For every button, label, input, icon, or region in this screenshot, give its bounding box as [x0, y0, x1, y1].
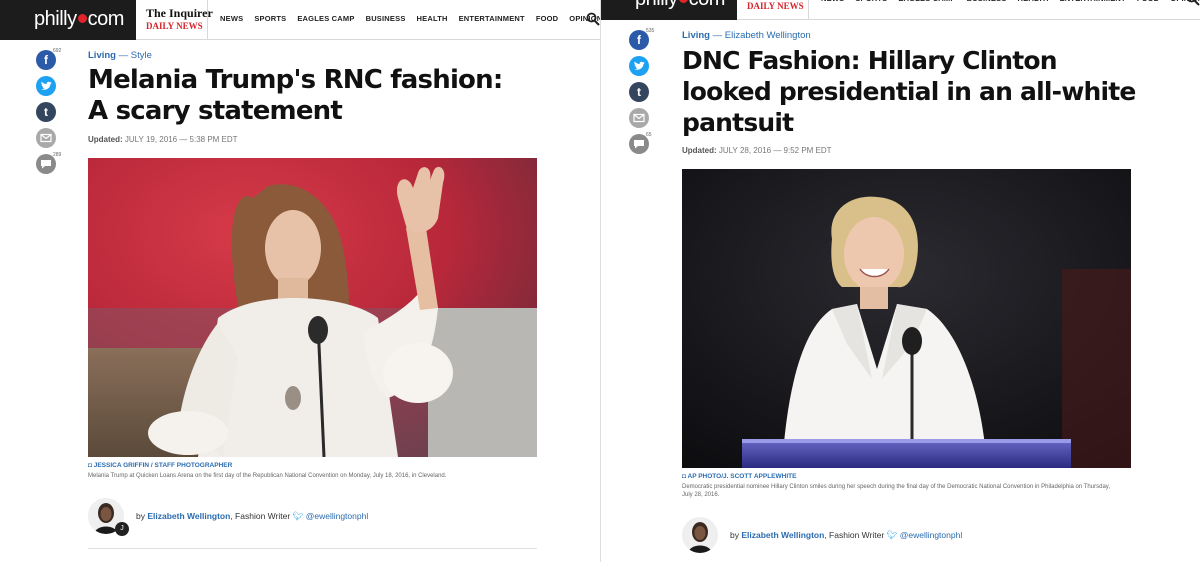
brand-daily-news: DAILY NEWS	[146, 21, 203, 31]
comments-button[interactable]: 289	[36, 152, 61, 174]
article-headline: Melania Trump's RNC fashion: A scary sta…	[88, 65, 503, 126]
updated-timestamp: Updated: JULY 19, 2016 — 5:38 PM EDT	[88, 135, 238, 144]
facebook-count: 535	[646, 28, 655, 34]
share-column: f 535 t 65	[629, 28, 654, 160]
email-share-button[interactable]	[629, 108, 649, 128]
facebook-share-button[interactable]: f 692	[36, 48, 61, 70]
nav-news[interactable]: NEWS	[220, 14, 243, 23]
section-author-link[interactable]: Elizabeth Wellington	[725, 30, 811, 41]
article: Living — Elizabeth Wellington DNC Fashio…	[682, 30, 1142, 557]
comments-count: 289	[53, 152, 62, 158]
nav-health[interactable]: HEALTH	[1018, 0, 1049, 3]
email-icon	[633, 113, 645, 123]
nav-business[interactable]: BUSINESS	[366, 14, 406, 23]
photo-caption: Melania Trump at Quicken Loans Arena on …	[88, 473, 447, 479]
nav-entertainment[interactable]: ENTERTAINMENT	[1060, 0, 1126, 3]
nav-food[interactable]: FOOD	[1137, 0, 1159, 3]
nav-sports[interactable]: SPORTS	[855, 0, 887, 3]
author-twitter-link[interactable]: @ewellingtonphl	[900, 530, 963, 540]
photo-credit: ◘ JESSICA GRIFFIN / STAFF PHOTOGRAPHER	[88, 462, 233, 469]
twitter-icon	[634, 61, 645, 70]
byline-row: J by Elizabeth Wellington, Fashion Write…	[88, 498, 548, 549]
divider	[88, 548, 537, 549]
byline: by Elizabeth Wellington, Fashion Writer …	[136, 511, 369, 521]
photo-caption: Democratic presidential nominee Hillary …	[682, 484, 1111, 498]
section-breadcrumb: Living — Style	[88, 50, 548, 61]
nav-eagles-camp[interactable]: EAGLES CAMP	[898, 0, 955, 3]
facebook-count: 692	[53, 48, 62, 54]
photo-credit: ◘ AP PHOTO/J. SCOTT APPLEWHITE	[682, 473, 797, 480]
inquirer-dailynews-brand[interactable]: The Inquirer DAILY NEWS	[737, 0, 809, 20]
main-nav: NEWS SPORTS EAGLES CAMP BUSINESS HEALTH …	[220, 14, 600, 23]
nav-health[interactable]: HEALTH	[417, 14, 448, 23]
article-photo-hillary	[682, 169, 1131, 468]
brand-daily-news: DAILY NEWS	[747, 1, 804, 11]
search-icon[interactable]	[1186, 0, 1200, 6]
article: Living — Style Melania Trump's RNC fashi…	[88, 50, 548, 549]
tumblr-share-button[interactable]: t	[629, 82, 649, 102]
twitter-share-button[interactable]	[36, 76, 56, 96]
comments-button[interactable]: 65	[629, 132, 652, 154]
author-link[interactable]: Elizabeth Wellington	[741, 530, 824, 540]
author-twitter-link[interactable]: @ewellingtonphl	[306, 511, 369, 521]
site-header: phillycom The Inquirer DAILY NEWS NEWS S…	[0, 0, 600, 40]
byline-row: by Elizabeth Wellington, Fashion Writer …	[682, 517, 1142, 557]
facebook-share-button[interactable]: f 535	[629, 28, 654, 50]
email-share-button[interactable]	[36, 128, 56, 148]
site-header: phillycom The Inquirer DAILY NEWS NEWS S…	[601, 0, 1200, 20]
inquirer-dailynews-brand[interactable]: The Inquirer DAILY NEWS	[136, 0, 213, 40]
philly-logo[interactable]: phillycom	[601, 0, 737, 20]
twitter-icon	[41, 81, 52, 90]
tumblr-icon: t	[637, 85, 641, 99]
nav-sports[interactable]: SPORTS	[254, 14, 286, 23]
section-living-link[interactable]: Living	[682, 30, 710, 41]
facebook-icon: f	[44, 53, 48, 67]
tumblr-share-button[interactable]: t	[36, 102, 56, 122]
main-nav: NEWS SPORTS EAGLES CAMP BUSINESS HEALTH …	[821, 0, 1200, 3]
email-icon	[40, 133, 52, 143]
nav-food[interactable]: FOOD	[536, 14, 558, 23]
share-column: f 692 t 289	[36, 48, 61, 180]
section-living-link[interactable]: Living	[88, 50, 116, 61]
section-breadcrumb: Living — Elizabeth Wellington	[682, 30, 1142, 41]
left-article-screenshot: philly com The Inquirer DAILY NEWS NEWS S…	[0, 0, 600, 562]
author-avatar[interactable]	[682, 517, 718, 553]
updated-timestamp: Updated: JULY 28, 2016 — 9:52 PM EDT	[682, 146, 832, 155]
article-headline: DNC Fashion: Hillary Clinton looked pres…	[682, 46, 1136, 137]
nav-eagles-camp[interactable]: EAGLES CAMP	[297, 14, 354, 23]
facebook-icon: f	[637, 33, 641, 47]
author-link[interactable]: Elizabeth Wellington	[147, 511, 230, 521]
nav-business[interactable]: BUSINESS	[967, 0, 1007, 3]
twitter-bird-icon: 🐦︎	[886, 530, 898, 540]
search-icon[interactable]	[586, 12, 600, 26]
article-photo-melania	[88, 158, 537, 457]
twitter-share-button[interactable]	[629, 56, 649, 76]
section-separator: —	[712, 30, 723, 41]
byline: by Elizabeth Wellington, Fashion Writer …	[730, 530, 963, 540]
author-badge: J	[115, 522, 129, 536]
comments-count: 65	[646, 132, 652, 138]
philly-logo[interactable]: phillycom	[0, 0, 136, 40]
twitter-bird-icon: 🐦︎	[292, 511, 304, 521]
brand-inquirer: The Inquirer	[146, 6, 213, 20]
nav-entertainment[interactable]: ENTERTAINMENT	[459, 14, 525, 23]
right-article-screenshot: phillycom The Inquirer DAILY NEWS NEWS S…	[600, 0, 1200, 562]
section-style-link[interactable]: Style	[131, 50, 152, 61]
section-separator: —	[118, 50, 129, 61]
nav-news[interactable]: NEWS	[821, 0, 844, 3]
tumblr-icon: t	[44, 105, 48, 119]
